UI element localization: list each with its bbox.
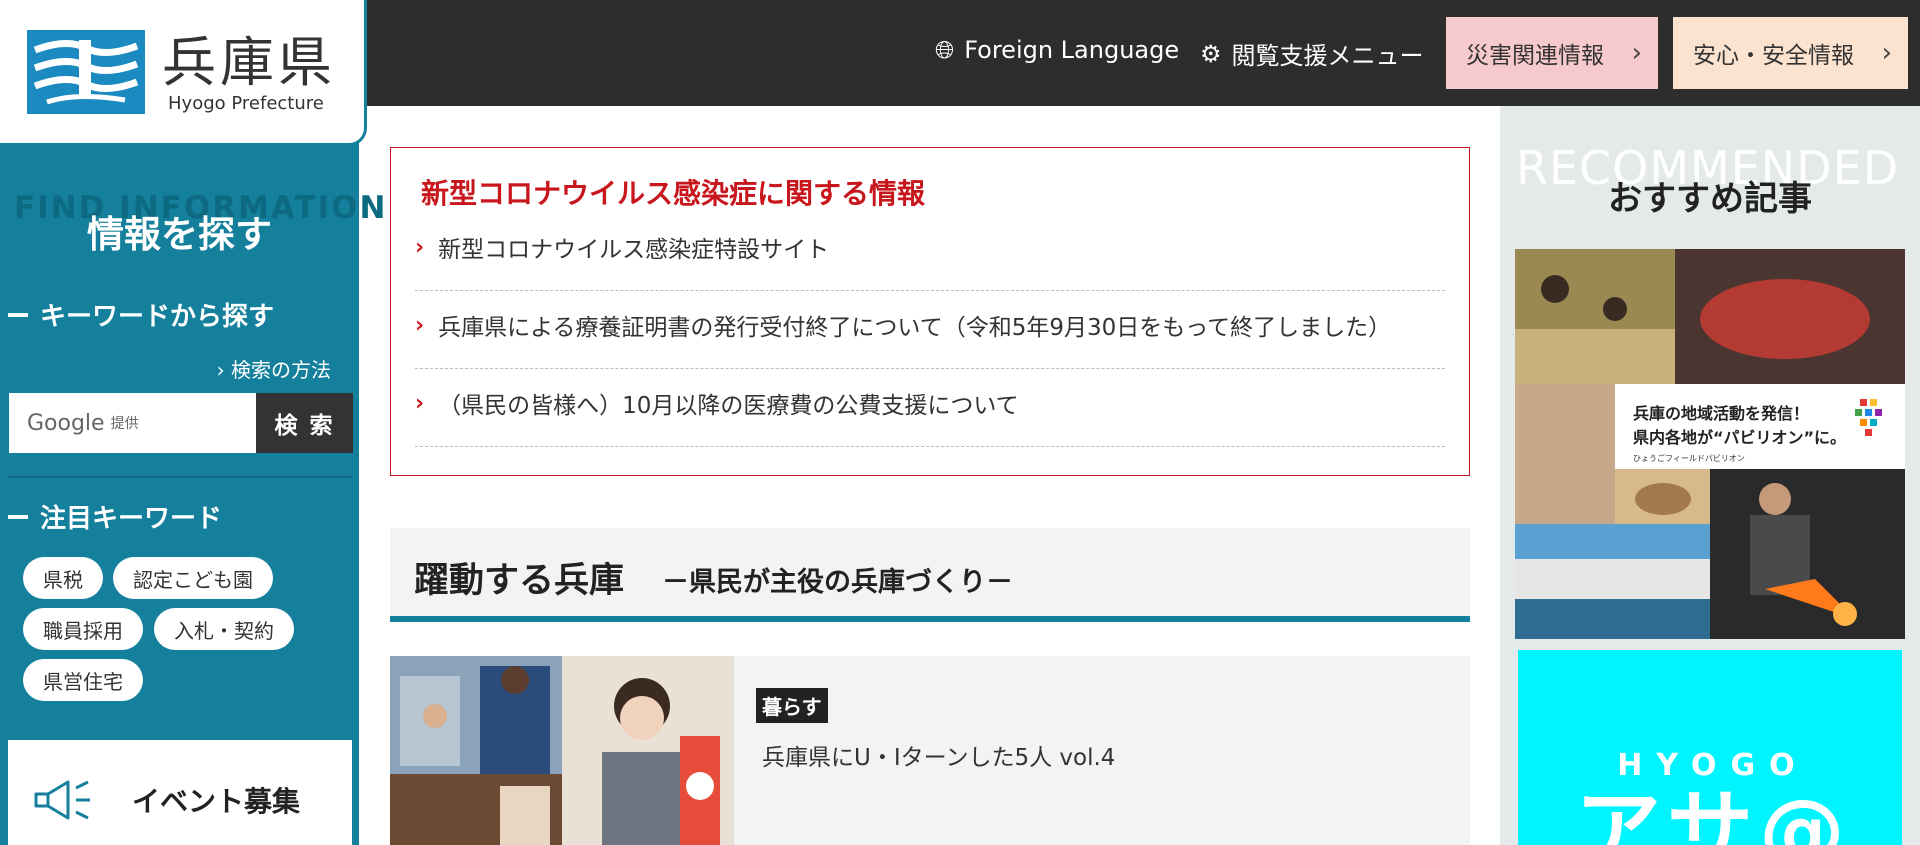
google-search-form: Google 提供 検 索 — [9, 393, 353, 453]
logo-title: 兵庫県 — [162, 31, 336, 94]
disaster-info-label: 災害関連情報 — [1466, 43, 1604, 69]
megaphone-icon — [34, 780, 90, 820]
corona-info-item-label: 新型コロナウイルス感染症特設サイト — [438, 237, 830, 263]
article-card[interactable]: 暮らす 兵庫県にU・Iターンした5人 vol.4 — [390, 656, 1470, 845]
dashed-divider — [415, 290, 1445, 291]
corona-info-item[interactable]: › 兵庫県による療養証明書の発行受付終了について（令和5年9月30日をもって終了… — [415, 308, 1445, 368]
foreign-language-label: Foreign Language — [964, 36, 1180, 64]
dash-icon — [8, 514, 28, 519]
article-thumbnail — [390, 656, 734, 845]
recommended-sidebar: RECOMMENDED おすすめ記事 兵庫の地域活動を発信！ 県内各地が“パビリ… — [1500, 106, 1920, 845]
keyword-search-heading-label: キーワードから探す — [40, 302, 275, 332]
keyword-tag[interactable]: 入札・契約 — [154, 608, 294, 650]
foreign-language-link[interactable]: 🌐︎ Foreign Language — [935, 36, 1179, 64]
search-sidebar: FIND INFORMATION 情報を探す キーワードから探す › 検索の方法… — [0, 106, 385, 845]
corona-info-title: 新型コロナウイルス感染症に関する情報 — [421, 177, 926, 210]
article-title: 兵庫県にU・Iターンした5人 vol.4 — [762, 745, 1116, 771]
section-subtitle: －県民が主役の兵庫づくり－ — [662, 567, 1013, 598]
site-logo[interactable]: 兵庫県 Hyogo Prefecture — [0, 0, 367, 146]
banner-sub: ひょうごフィールドパビリオン — [1633, 453, 1745, 463]
keyword-tag[interactable]: 県税 — [23, 557, 103, 599]
chevron-right-icon: › — [415, 234, 425, 260]
featured-keyword-heading: 注目キーワード — [8, 498, 222, 535]
keyword-search-heading: キーワードから探す — [8, 296, 274, 333]
logo-subtitle: Hyogo Prefecture — [168, 93, 324, 114]
section-title: 躍動する兵庫 — [414, 561, 625, 601]
globe-icon: 🌐︎ — [935, 36, 955, 64]
provided-label: 提供 — [110, 416, 139, 432]
corona-info-item-label: （県民の皆様へ）10月以降の医療費の公費支援について — [438, 393, 1019, 419]
keyword-tag[interactable]: 職員採用 — [23, 608, 143, 650]
banner2-big: アサ@ — [1575, 781, 1851, 845]
keyword-tag[interactable]: 県営住宅 — [23, 659, 143, 701]
recommended-title: おすすめ記事 — [1608, 179, 1812, 219]
dashed-divider — [415, 368, 1445, 369]
search-input[interactable]: Google 提供 — [9, 393, 256, 453]
corona-info-item[interactable]: › 新型コロナウイルス感染症特設サイト — [415, 230, 1445, 290]
hyogo-asa-banner[interactable]: HYOGO アサ@ — [1515, 647, 1905, 845]
chevron-right-icon: › — [415, 312, 425, 338]
dash-icon — [8, 312, 28, 317]
search-button[interactable]: 検 索 — [256, 393, 353, 453]
accessibility-menu-link[interactable]: ⚙ 閲覧支援メニュー — [1200, 36, 1424, 71]
hyogo-emblem-icon — [27, 30, 145, 114]
category-tag: 暮らす — [756, 688, 828, 723]
banner-line2: 県内各地が“パビリオン”に。 — [1633, 428, 1846, 447]
google-label: Google — [27, 410, 105, 436]
corona-info-item[interactable]: › （県民の皆様へ）10月以降の医療費の公費支援について — [415, 386, 1445, 446]
corona-info-item-label: 兵庫県による療養証明書の発行受付終了について（令和5年9月30日をもって終了しま… — [438, 315, 1392, 341]
safety-info-label: 安心・安全情報 — [1693, 43, 1854, 69]
featured-keyword-heading-label: 注目キーワード — [40, 504, 223, 534]
accessibility-menu-label: 閲覧支援メニュー — [1231, 42, 1424, 70]
section-header: 躍動する兵庫 －県民が主役の兵庫づくり－ — [390, 528, 1470, 622]
gear-icon: ⚙ — [1200, 39, 1222, 68]
safety-info-button[interactable]: 安心・安全情報 › — [1673, 17, 1908, 89]
disaster-info-button[interactable]: 災害関連情報 › — [1446, 17, 1658, 89]
banner2-top: HYOGO — [1617, 748, 1809, 783]
dashed-divider — [415, 446, 1445, 447]
sidebar-title: 情報を探す — [87, 213, 272, 256]
corona-info-box: 新型コロナウイルス感染症に関する情報 › 新型コロナウイルス感染症特設サイト ›… — [390, 147, 1470, 476]
sidebar-divider — [8, 476, 352, 478]
keyword-tag[interactable]: 認定こども園 — [113, 557, 273, 599]
chevron-right-icon: › — [1631, 38, 1642, 68]
field-pavilion-banner[interactable]: 兵庫の地域活動を発信！ 県内各地が“パビリオン”に。 ひょうごフィールドパビリオ… — [1515, 249, 1905, 639]
chevron-right-icon: › — [1881, 38, 1892, 68]
event-recruitment-label: イベント募集 — [132, 785, 301, 818]
event-recruitment-link[interactable]: イベント募集 — [8, 740, 352, 845]
chevron-right-icon: › — [415, 390, 425, 416]
search-method-link[interactable]: › 検索の方法 — [217, 354, 331, 383]
banner-line1: 兵庫の地域活動を発信！ — [1633, 404, 1809, 423]
